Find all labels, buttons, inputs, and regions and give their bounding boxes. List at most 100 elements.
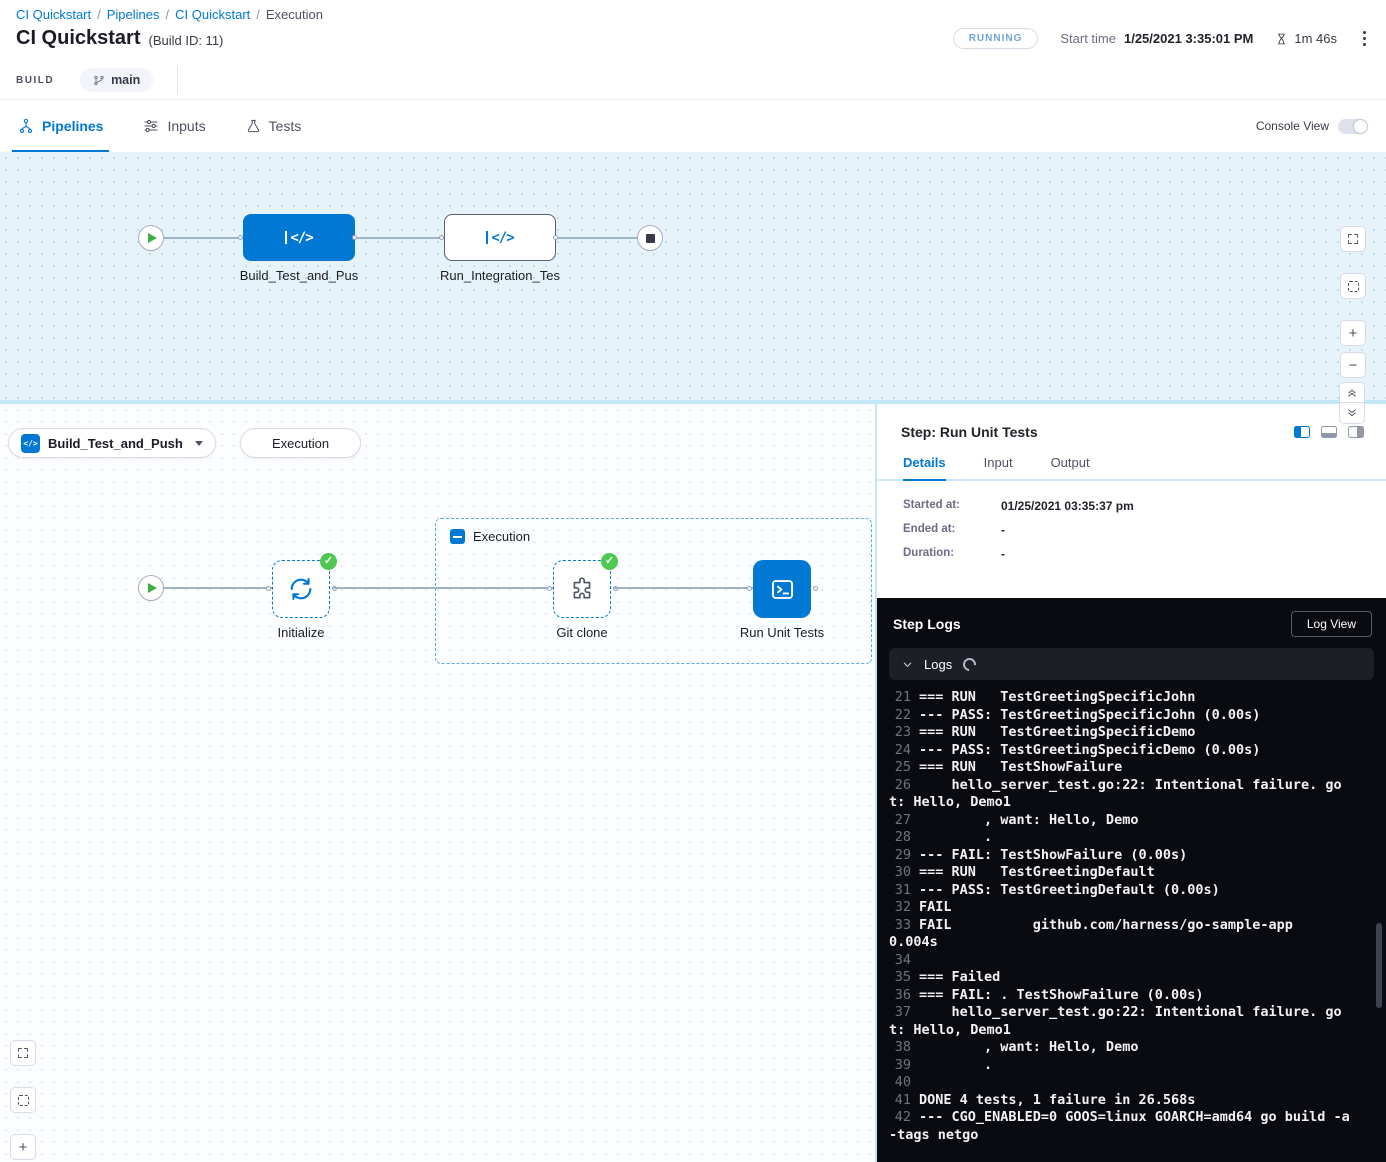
step-node-git-clone[interactable]: ✓ [553, 560, 611, 618]
stage-node-label: Run_Integration_Tes [430, 268, 570, 283]
pipeline-start-button[interactable] [138, 225, 164, 251]
layout-bottom-icon[interactable] [1321, 426, 1337, 438]
log-line-text: === Failed [919, 969, 1000, 985]
tab-input[interactable]: Input [984, 455, 1013, 479]
expand-icon [17, 1047, 29, 1059]
log-line: 31--- PASS: TestGreetingDefault (0.00s) [889, 882, 1350, 900]
log-line-number: 40 [889, 1074, 911, 1092]
play-icon [148, 583, 157, 593]
tab-inputs-label: Inputs [167, 118, 205, 134]
log-line-text: , want: Hello, Demo [919, 1039, 1138, 1055]
stage-node-run-integration-tests[interactable]: </> [444, 214, 556, 261]
breadcrumb: CI Quickstart/Pipelines/CI Quickstart/Ex… [16, 7, 323, 22]
stage-node-build-test-and-push[interactable]: </> [243, 214, 355, 261]
detail-label: Ended at: [903, 523, 1001, 537]
log-line-text: FAIL [919, 899, 952, 915]
layout-right-icon[interactable] [1348, 426, 1364, 438]
pipelines-icon [18, 118, 34, 134]
chevrons-up-icon [1346, 387, 1358, 398]
stage-start-button[interactable] [138, 575, 164, 601]
kebab-menu-button[interactable] [1359, 27, 1370, 50]
tab-output[interactable]: Output [1051, 455, 1090, 479]
log-line-number: 42 [889, 1109, 911, 1127]
edge-dot [747, 586, 752, 591]
log-line-text: === RUN TestShowFailure [919, 759, 1122, 775]
log-line: 36=== FAIL: . TestShowFailure (0.00s) [889, 987, 1350, 1005]
detail-row: Duration: - [903, 547, 1360, 561]
console-view-label: Console View [1256, 119, 1329, 133]
step-details: Started at: 01/25/2021 03:35:37 pm Ended… [877, 481, 1386, 589]
step-node-run-unit-tests[interactable] [753, 560, 811, 618]
log-line-text: FAIL github.com/harness/go-sample-app 0.… [889, 917, 1386, 951]
start-time-value: 1/25/2021 3:35:01 PM [1124, 31, 1253, 46]
logs-section-header[interactable]: Logs [889, 648, 1374, 680]
log-line: 28 . [889, 829, 1350, 847]
breadcrumb-item[interactable]: CI Quickstart [175, 7, 250, 22]
log-lines: 21=== RUN TestGreetingSpecificJohn 22 ---… [877, 687, 1386, 1152]
layout-split-left-icon[interactable] [1294, 426, 1310, 438]
breadcrumb-separator: / [166, 7, 170, 22]
zoom-out-button[interactable]: − [1340, 352, 1366, 378]
log-line-text: hello_server_test.go:22: Intentional fai… [889, 1004, 1342, 1038]
tab-inputs[interactable]: Inputs [143, 100, 205, 152]
collapse-group-checkbox[interactable] [450, 529, 465, 544]
log-line-number: 37 [889, 1004, 911, 1022]
play-icon [148, 233, 157, 243]
connector-line [164, 587, 272, 589]
console-view-toggle[interactable] [1338, 119, 1368, 134]
log-line-number: 38 [889, 1039, 911, 1057]
log-scrollbar[interactable] [1376, 923, 1382, 1008]
step-node-initialize[interactable]: ✓ [272, 560, 330, 618]
step-details-panel: Step: Run Unit Tests Details Input Outpu… [877, 404, 1386, 598]
tab-details[interactable]: Details [903, 455, 946, 481]
tab-tests[interactable]: Tests [246, 100, 302, 152]
breadcrumb-item[interactable]: Pipelines [107, 7, 160, 22]
log-line: 40 [889, 1074, 1350, 1092]
stage-node-label: Build_Test_and_Pus [229, 268, 369, 283]
collapse-up-button[interactable] [1339, 382, 1365, 403]
log-line: 27 , want: Hello, Demo [889, 812, 1350, 830]
page-title: CI Quickstart [16, 27, 140, 50]
zoom-to-fit-button[interactable] [10, 1040, 36, 1066]
log-line-text: --- PASS: TestGreetingSpecificDemo (0.00… [919, 742, 1260, 758]
stage-selector-dropdown[interactable]: </> Build_Test_and_Push [8, 428, 216, 458]
detail-label: Duration: [903, 547, 1001, 561]
log-line-number: 34 [889, 952, 911, 970]
marquee-icon [1348, 281, 1359, 292]
inputs-icon [143, 118, 159, 134]
log-line-number: 41 [889, 1092, 911, 1110]
log-line-number: 22 [889, 707, 911, 725]
build-id: (Build ID: 11) [148, 33, 223, 48]
log-line: 34 [889, 952, 1350, 970]
chevrons-down-icon [1346, 408, 1358, 419]
detail-row: Ended at: - [903, 523, 1360, 537]
zoom-in-button[interactable]: + [10, 1134, 36, 1160]
zoom-to-fit-button[interactable] [1340, 226, 1366, 252]
log-line: 21=== RUN TestGreetingSpecificJohn [889, 689, 1350, 707]
edge-dot [439, 235, 444, 240]
elapsed-value: 1m 46s [1294, 31, 1337, 46]
log-line: 25=== RUN TestShowFailure [889, 759, 1350, 777]
log-line: 37 hello_server_test.go:22: Intentional … [889, 1004, 1350, 1039]
pipeline-end-button[interactable] [637, 225, 663, 251]
success-check-icon: ✓ [601, 553, 618, 570]
edge-dot [266, 586, 271, 591]
zoom-in-icon: + [1349, 325, 1358, 342]
breadcrumb-item[interactable]: CI Quickstart [16, 7, 91, 22]
breadcrumb-separator: / [97, 7, 101, 22]
branch-chip[interactable]: main [80, 68, 153, 92]
log-line: 39 . [889, 1057, 1350, 1075]
step-logs-panel: Step Logs Log View Logs 21=== RUN TestGr… [877, 598, 1386, 1162]
spinner-icon [961, 655, 979, 673]
log-view-button[interactable]: Log View [1291, 611, 1372, 637]
zoom-in-button[interactable]: + [1340, 320, 1366, 346]
tab-pipelines[interactable]: Pipelines [18, 100, 103, 152]
log-line: 38 , want: Hello, Demo [889, 1039, 1350, 1057]
collapse-down-button[interactable] [1339, 403, 1365, 424]
edge-dot [813, 586, 818, 591]
marquee-select-button[interactable] [10, 1087, 36, 1113]
tab-pipelines-label: Pipelines [42, 118, 103, 134]
marquee-select-button[interactable] [1340, 273, 1366, 299]
detail-row: Started at: 01/25/2021 03:35:37 pm [903, 499, 1360, 513]
execution-view-button[interactable]: Execution [240, 428, 361, 458]
